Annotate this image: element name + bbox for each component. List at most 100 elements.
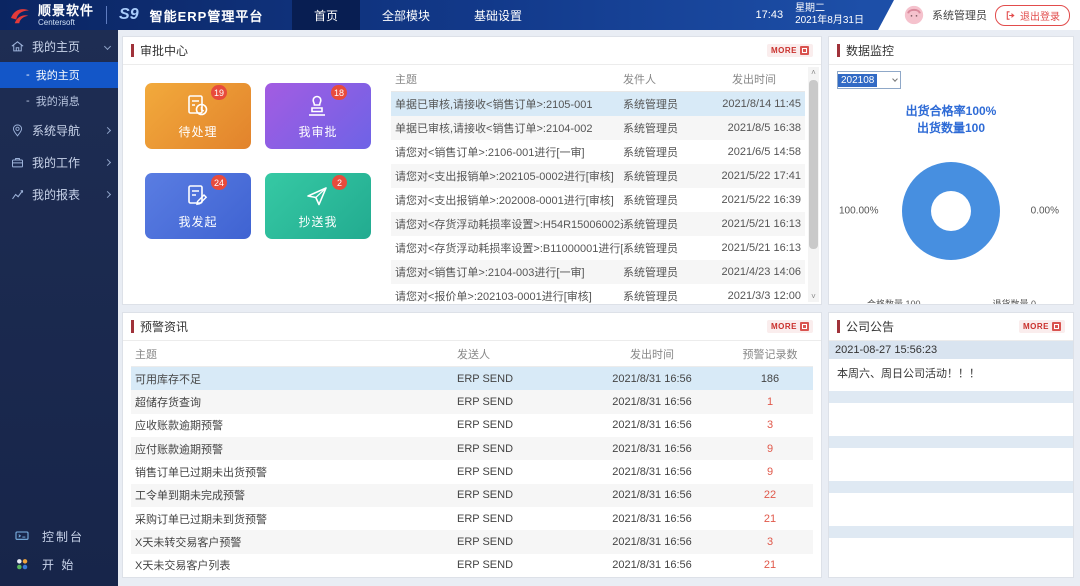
period-value: 202108 xyxy=(838,73,878,87)
approval-row[interactable]: 请您对<报价单>:202103-0001进行[审核] 系统管理员 2021/3/3 … xyxy=(391,284,805,304)
nav-tab-3[interactable]: 基础设置 xyxy=(452,0,544,30)
start-icon xyxy=(14,556,30,572)
approval-row[interactable]: 请您对<销售订单>:2104-003进行[一审] 系统管理员 2021/4/23 1… xyxy=(391,260,805,284)
alert-count: 9 xyxy=(766,465,774,478)
more-grid-icon xyxy=(1052,322,1061,331)
alert-subject: 超储存货查询 xyxy=(135,396,201,409)
alerts-col-header: 发出时间 xyxy=(630,348,674,361)
tile-count-badge: 18 xyxy=(330,85,347,100)
alert-row[interactable]: 应收账款逾期预警 ERP SEND 2021/8/31 16:56 3 xyxy=(131,414,813,437)
announcement-text: 本周六、周日公司活动！！！ xyxy=(837,368,980,380)
doc-pencil-icon: 24 xyxy=(183,175,227,210)
alert-count: 21 xyxy=(763,512,777,525)
legend-item: 退货数量 0 (0.00%) xyxy=(973,297,1066,304)
briefcase-icon xyxy=(10,155,25,170)
approval-more-button[interactable]: MORE xyxy=(767,44,813,57)
user-name: 系统管理员 xyxy=(932,10,987,22)
topbar-user-area: 系统管理员 退出登录 xyxy=(878,0,1080,30)
sidebar-item-3[interactable]: 我的工作 xyxy=(0,146,118,178)
approval-time: 2021/5/21 16:13 xyxy=(721,218,801,230)
alert-row[interactable]: 销售订单已过期未出货预警 ERP SEND 2021/8/31 16:56 9 xyxy=(131,460,813,483)
logout-button[interactable]: 退出登录 xyxy=(995,4,1070,26)
top-nav: 首页 全部模块 基础设置 xyxy=(292,0,544,30)
approval-scrollbar[interactable]: ˄ ˅ xyxy=(808,67,819,302)
approval-row[interactable]: 请您对<支出报销单>:202008-0001进行[审核] 系统管理员 2021/5/… xyxy=(391,188,805,212)
announcement-empty-body xyxy=(829,538,1073,577)
alerts-col-header: 发送人 xyxy=(457,348,490,361)
approval-row[interactable]: 请您对<存货浮动耗损率设置>:B11000001进行[审核]系统管理员 2021/… xyxy=(391,236,805,260)
approval-sender: 系统管理员 xyxy=(623,147,678,159)
nav-tab-2[interactable]: 全部模块 xyxy=(360,0,452,30)
alert-row[interactable]: 采购订单已过期未到货预警 ERP SEND 2021/8/31 16:56 21 xyxy=(131,507,813,530)
alert-row[interactable]: 可用库存不足 ERP SEND 2021/8/31 16:56 186 xyxy=(131,367,813,391)
announcement-empty-date xyxy=(829,526,1073,538)
sidebar-subitem[interactable]: 我的消息 xyxy=(0,88,118,114)
approval-time: 2021/5/22 17:41 xyxy=(721,170,801,182)
tile-label: 待处理 xyxy=(178,125,218,139)
approval-tile-1[interactable]: 19 待处理 xyxy=(145,83,251,149)
weekday: 星期二 xyxy=(795,2,826,14)
alerts-table: 主题 发送人 发出时间 预警记录数 可用库存不足 ERP SEND 2021/8/31 1… xyxy=(123,341,821,577)
alert-row[interactable]: X天未交易客户列表 ERP SEND 2021/8/31 16:56 21 xyxy=(131,554,813,577)
alert-subject: 采购订单已过期未到货预警 xyxy=(135,513,267,526)
sidebar-subitem[interactable]: 我的主页 xyxy=(0,62,118,88)
alert-sender: ERP SEND xyxy=(457,372,514,385)
more-grid-icon xyxy=(800,46,809,55)
approval-tile-4[interactable]: 2 抄送我 xyxy=(265,173,371,239)
donut-ring xyxy=(902,162,1000,260)
alert-count: 1 xyxy=(766,395,774,408)
period-select[interactable]: 202108 xyxy=(837,71,901,89)
announcement-empty-date xyxy=(829,481,1073,493)
alert-row[interactable]: 工令单到期未完成预警 ERP SEND 2021/8/31 16:56 22 xyxy=(131,483,813,507)
alerts-more-button[interactable]: MORE xyxy=(767,320,813,333)
sidebar-item-4[interactable]: 我的报表 xyxy=(0,178,118,210)
announcements-panel: 公司公告 MORE 2021-08-27 15:56:23 本周六、周日公司活动！… xyxy=(828,312,1074,578)
alert-sender: ERP SEND xyxy=(457,559,514,572)
product-mark: S9 xyxy=(119,6,139,23)
sidebar: 我的主页我的主页我的消息系统导航我的工作我的报表 控制台开 始 xyxy=(0,30,118,586)
sidebar-item-2[interactable]: 系统导航 xyxy=(0,114,118,146)
scrollbar-thumb[interactable] xyxy=(809,80,818,250)
legend-label: 合格数量 100 (100.00%) xyxy=(867,299,921,305)
alert-count: 186 xyxy=(760,372,780,385)
approval-row[interactable]: 请您对<销售订单>:2106-001进行[一审] 系统管理员 2021/6/5 14… xyxy=(391,140,805,164)
nav-tab-1[interactable]: 首页 xyxy=(292,0,361,30)
approval-col-header: 主题 xyxy=(395,74,417,86)
date: 2021年8月31日 xyxy=(795,15,864,26)
alert-sender: ERP SEND xyxy=(457,535,514,548)
logout-label: 退出登录 xyxy=(1020,11,1060,23)
sidebar-item-1[interactable]: 我的主页 xyxy=(0,30,118,62)
approval-sender: 系统管理员 xyxy=(623,99,678,111)
announcement-empty-body xyxy=(829,403,1073,436)
alert-row[interactable]: 应付账款逾期预警 ERP SEND 2021/8/31 16:56 9 xyxy=(131,436,813,461)
scroll-down-arrow[interactable]: ˅ xyxy=(808,291,819,302)
tile-count-badge: 24 xyxy=(210,175,227,190)
approval-row[interactable]: 请您对<支出报销单>:202105-0002进行[审核] 系统管理员 2021/5/… xyxy=(391,164,805,188)
approval-row[interactable]: 单据已审核,请接收<销售订单>:2104-002 系统管理员 2021/8/5 16… xyxy=(391,116,805,140)
announcements-more-button[interactable]: MORE xyxy=(1019,320,1065,333)
approval-subject: 单据已审核,请接收<销售订单>:2104-002 xyxy=(395,123,593,135)
user-avatar[interactable] xyxy=(904,5,924,25)
approval-subject: 请您对<存货浮动耗损率设置>:H54R15006002进行[审核] xyxy=(395,219,623,231)
alert-row[interactable]: X天未转交易客户预警 ERP SEND 2021/8/31 16:56 3 xyxy=(131,530,813,554)
approval-row[interactable]: 请您对<存货浮动耗损率设置>:H54R15006002进行[审核]系统管理员 20… xyxy=(391,212,805,236)
scroll-up-arrow[interactable]: ˄ xyxy=(808,67,819,78)
ship-qty-text: 出货数量100 xyxy=(916,121,986,135)
approval-row[interactable]: 单据已审核,请接收<销售订单>:2105-001 系统管理员 2021/8/14 1… xyxy=(391,92,805,116)
donut-right-label: 0.00% xyxy=(1030,205,1059,217)
alert-sender: ERP SEND xyxy=(457,465,514,478)
brand-name-en: Centersoft xyxy=(38,17,75,27)
top-bar: 顺景软件 Centersoft S9 智能ERP管理平台 首页 全部模块 基础设置 … xyxy=(0,0,1080,30)
approval-tile-2[interactable]: 18 我审批 xyxy=(265,83,371,149)
approval-time: 2021/8/5 16:38 xyxy=(727,122,801,134)
approval-tile-3[interactable]: 24 我发起 xyxy=(145,173,251,239)
approval-sender: 系统管理员 xyxy=(623,219,678,231)
approval-time: 2021/4/23 14:06 xyxy=(721,266,801,278)
chevron-right-icon xyxy=(103,126,112,134)
sidebar-footer-item[interactable]: 开 始 xyxy=(0,550,118,578)
home-icon xyxy=(10,39,25,54)
approval-sender: 系统管理员 xyxy=(623,171,678,183)
donut-chart: 100.00% 0.00% xyxy=(837,141,1065,281)
sidebar-footer-item[interactable]: 控制台 xyxy=(0,522,118,550)
alert-row[interactable]: 超储存货查询 ERP SEND 2021/8/31 16:56 1 xyxy=(131,390,813,414)
